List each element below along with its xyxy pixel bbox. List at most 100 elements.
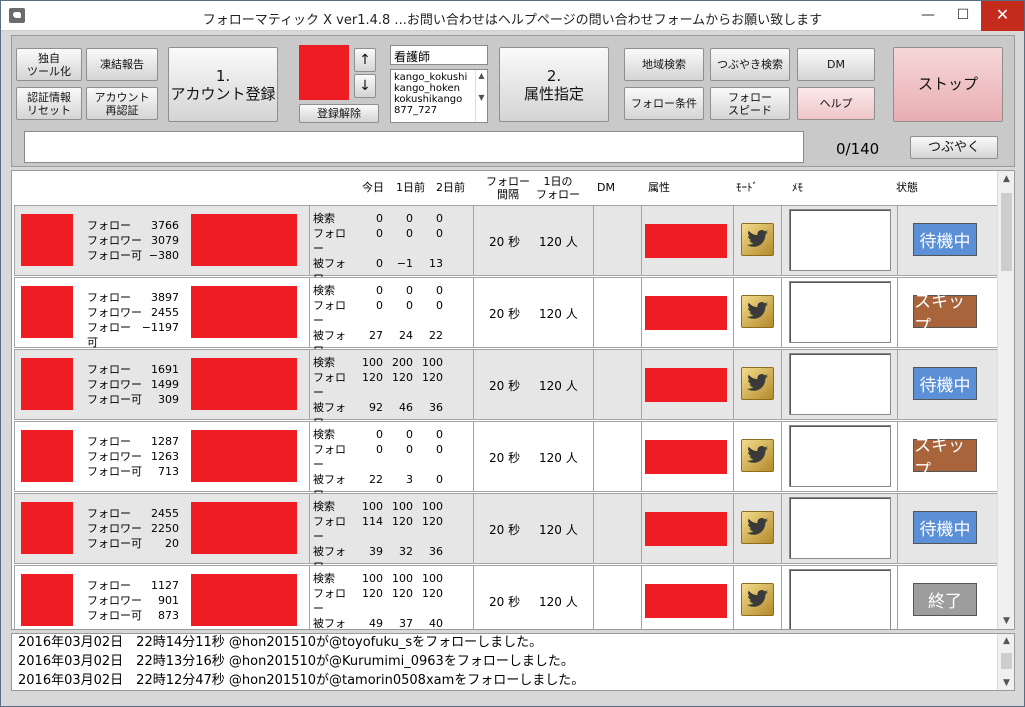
- move-down-button[interactable]: ↓: [354, 74, 376, 98]
- status-badge[interactable]: 待機中: [913, 223, 977, 256]
- divider: [473, 206, 474, 275]
- col-interval: フォロー 間隔: [486, 175, 530, 201]
- chevron-down-icon[interactable]: ▼: [998, 613, 1014, 629]
- own-tool-button[interactable]: 独自 ツール化: [16, 48, 82, 81]
- tweet-button[interactable]: つぶやく: [910, 136, 998, 159]
- unregister-button[interactable]: 登録解除: [299, 104, 379, 123]
- scroll-thumb[interactable]: [1001, 193, 1012, 271]
- attribute-button[interactable]: 2. 属性指定: [499, 47, 609, 122]
- followable-label: フォロー可: [87, 321, 131, 349]
- follower-label: フォロワー: [87, 306, 142, 319]
- chevron-down-icon[interactable]: ▼: [478, 93, 484, 102]
- col-status: 状態: [896, 181, 918, 194]
- tweet-input[interactable]: [24, 131, 804, 163]
- keyword-input[interactable]: 看護師: [390, 45, 488, 65]
- list-item[interactable]: 877_727: [394, 105, 473, 116]
- account-avatar: [21, 574, 73, 626]
- close-button[interactable]: ✕: [981, 1, 1024, 31]
- chevron-down-icon[interactable]: ▼: [998, 676, 1014, 690]
- chevron-up-icon[interactable]: ▲: [998, 171, 1014, 187]
- auth-reset-button[interactable]: 認証情報 リセット: [16, 87, 82, 120]
- list-item[interactable]: kango_hoken: [394, 83, 473, 94]
- follow-per-day: 120 人: [539, 523, 578, 537]
- count-two-days: 100: [422, 356, 443, 369]
- table-row[interactable]: フォロー 2455 フォロワー 2250 フォロー可 20 検索 100 100 100 フォロー 1…: [14, 493, 998, 603]
- mode-button[interactable]: [741, 583, 774, 616]
- follow-speed-button[interactable]: フォロー スピード: [710, 87, 790, 120]
- count-two-days: 0: [436, 299, 443, 312]
- minimize-button[interactable]: —: [911, 1, 945, 31]
- divider: [593, 206, 594, 275]
- status-badge[interactable]: 終了: [913, 583, 977, 616]
- count-label: 検索: [313, 572, 335, 585]
- table-row[interactable]: フォロー 3897 フォロワー 2455 フォロー可 −1197 検索 0 0 0 フォロー 0 0 0 被…: [14, 277, 998, 387]
- table-row[interactable]: フォロー 1691 フォロワー 1499 フォロー可 309 検索 100 200 100 フォロー…: [14, 349, 998, 459]
- account-stats: フォロー 1127 フォロワー 901 フォロー可 873: [87, 578, 179, 623]
- twitter-bird-icon: [747, 302, 768, 319]
- mode-button[interactable]: [741, 223, 774, 256]
- follow-label: フォロー: [87, 579, 131, 592]
- col-attr: 属性: [648, 181, 670, 194]
- count-today: 120: [362, 371, 383, 384]
- follower-label: フォロワー: [87, 450, 142, 463]
- list-scrollbar[interactable]: ▲ ▼: [475, 70, 487, 122]
- log-scrollbar[interactable]: ▲ ▼: [997, 634, 1014, 690]
- tweet-char-count: 0/140: [836, 140, 880, 158]
- account-name: [191, 502, 297, 554]
- table-row[interactable]: フォロー 1287 フォロワー 1263 フォロー可 713 検索 0 0 0 フォロー 0 0 0 被フォ…: [14, 421, 998, 531]
- memo-field[interactable]: [789, 281, 891, 343]
- attribute-value: [645, 368, 727, 402]
- toolbar: 独自 ツール化 認証情報 リセット 凍結報告 アカウント 再認証 1. アカウン…: [11, 35, 1015, 167]
- chevron-up-icon[interactable]: ▲: [998, 634, 1014, 648]
- follower-count: 1263: [151, 450, 179, 463]
- memo-field[interactable]: [789, 425, 891, 487]
- scroll-thumb[interactable]: [1001, 653, 1012, 669]
- follower-label: フォロワー: [87, 594, 142, 607]
- chevron-up-icon[interactable]: ▲: [478, 71, 484, 80]
- followable-label: フォロー可: [87, 465, 142, 478]
- account-register-button[interactable]: 1. アカウント登録: [168, 47, 278, 122]
- table-row[interactable]: フォロー 3766 フォロワー 3079 フォロー可 −380 検索 0 0 0 フォロー 0 0 0 被フ…: [14, 205, 998, 315]
- divider: [473, 278, 474, 347]
- twitter-bird-icon: [747, 446, 768, 463]
- count-one-day: 0: [406, 284, 413, 297]
- table-row[interactable]: フォロー 1127 フォロワー 901 フォロー可 873 検索 100 100 100 フォロー 1…: [14, 565, 998, 629]
- help-button[interactable]: ヘルプ: [797, 87, 875, 120]
- divider: [733, 566, 734, 629]
- follow-condition-button[interactable]: フォロー条件: [624, 87, 704, 120]
- memo-field[interactable]: [789, 569, 891, 629]
- mode-button[interactable]: [741, 295, 774, 328]
- mode-button[interactable]: [741, 367, 774, 400]
- region-search-button[interactable]: 地域検索: [624, 48, 704, 81]
- memo-field[interactable]: [789, 353, 891, 415]
- divider: [641, 278, 642, 347]
- log-line: 2016年03月02日 22時13分16秒 @hon201510が@Kurumi…: [18, 654, 574, 669]
- move-up-button[interactable]: ↑: [354, 48, 376, 72]
- status-badge[interactable]: 待機中: [913, 511, 977, 544]
- freeze-report-button[interactable]: 凍結報告: [86, 48, 158, 81]
- maximize-button[interactable]: ☐: [946, 1, 980, 31]
- mode-button[interactable]: [741, 511, 774, 544]
- follow-per-day: 120 人: [539, 235, 578, 249]
- follower-label: フォロワー: [87, 522, 142, 535]
- mode-button[interactable]: [741, 439, 774, 472]
- account-avatar: [21, 214, 73, 266]
- count-label: フォロー: [313, 587, 346, 615]
- list-item[interactable]: kango_kokushi: [394, 72, 473, 83]
- follow-interval: 20 秒: [489, 307, 521, 321]
- status-badge[interactable]: スキップ: [913, 292, 977, 337]
- reauth-button[interactable]: アカウント 再認証: [86, 87, 158, 120]
- status-badge[interactable]: スキップ: [913, 436, 977, 481]
- count-two-days: 120: [422, 515, 443, 528]
- account-table: 今日 1日前 2日前 フォロー 間隔 1日の フォロー DM 属性 ﾓｰﾄﾞ ﾒ…: [11, 170, 1015, 630]
- tweet-search-button[interactable]: つぶやき検索: [710, 48, 790, 81]
- memo-field[interactable]: [789, 497, 891, 559]
- list-item[interactable]: kokushikango: [394, 94, 473, 105]
- memo-field[interactable]: [789, 209, 891, 271]
- keyword-list[interactable]: kango_kokushi kango_hoken kokushikango 8…: [390, 69, 488, 123]
- table-scrollbar[interactable]: ▲ ▼: [997, 171, 1014, 629]
- status-badge[interactable]: 待機中: [913, 367, 977, 400]
- stop-button[interactable]: ストップ: [893, 47, 1003, 122]
- dm-button[interactable]: DM: [797, 48, 875, 81]
- account-avatar: [299, 45, 349, 100]
